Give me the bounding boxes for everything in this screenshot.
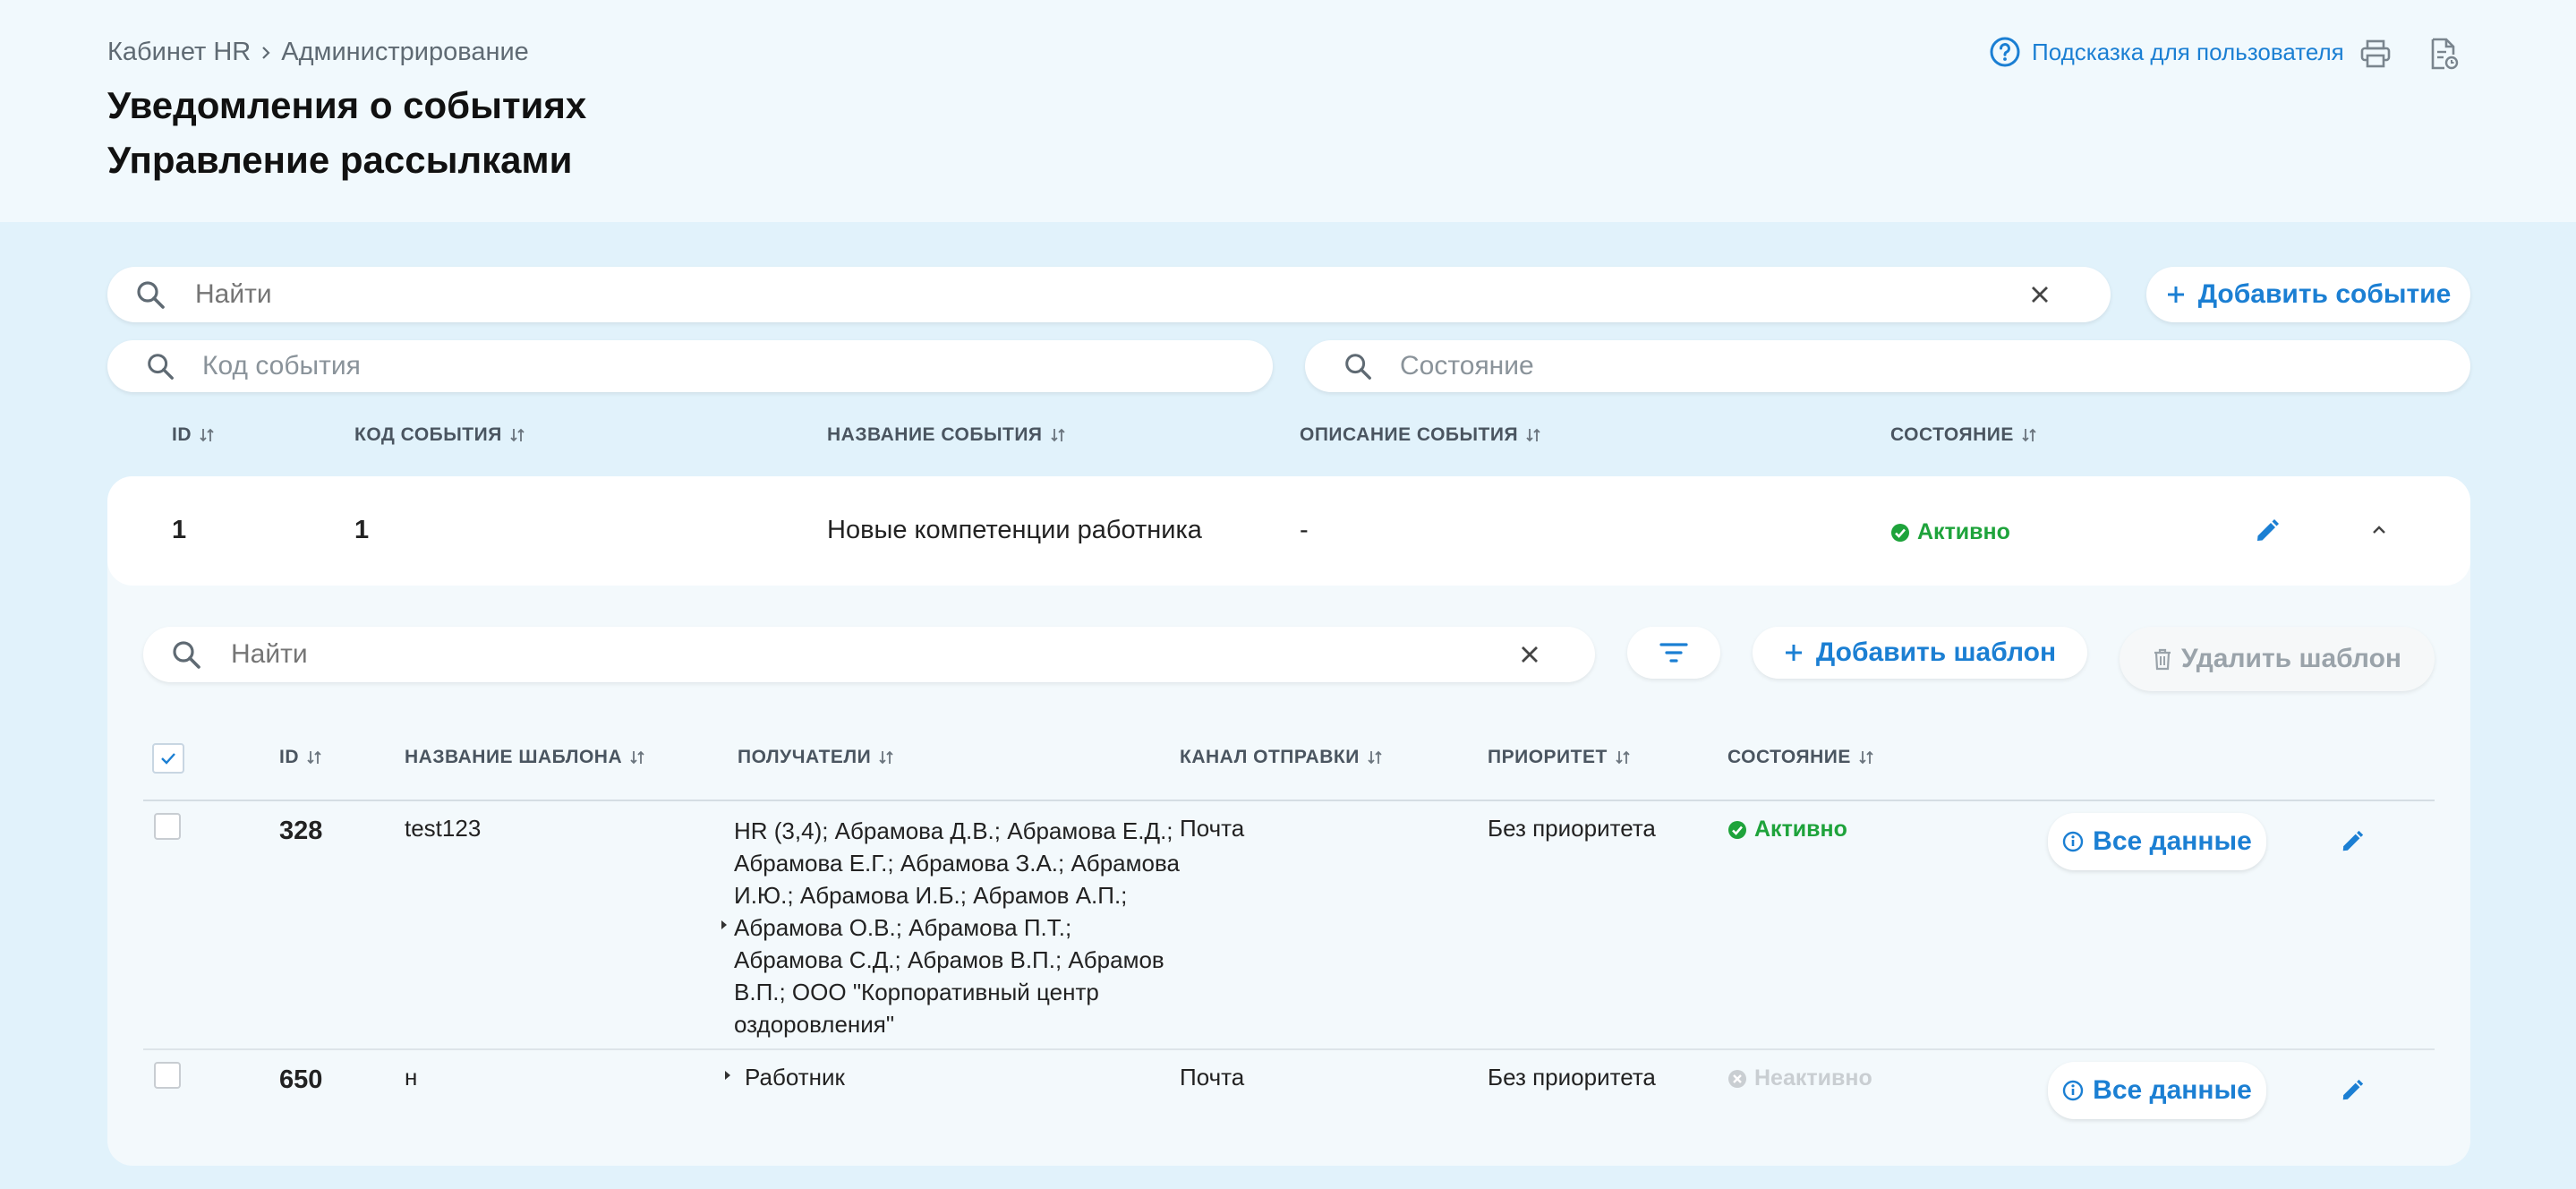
page-subtitle: Управление рассылками — [107, 139, 573, 181]
template-status-badge: Неактивно — [1727, 1065, 1872, 1091]
x-circle-icon — [1728, 1069, 1746, 1088]
check-circle-icon — [1728, 820, 1746, 839]
sort-icon — [510, 428, 525, 442]
print-icon[interactable] — [2358, 36, 2393, 72]
trash-icon — [2154, 648, 2171, 671]
event-id: 1 — [172, 516, 187, 544]
search-icon — [1345, 354, 1371, 380]
template-column-name[interactable]: НАЗВАНИЕ ШАБЛОНА — [405, 747, 645, 768]
sort-icon — [307, 750, 321, 765]
template-name: н — [405, 1064, 418, 1091]
template-search-input[interactable] — [231, 639, 1520, 670]
event-status-badge: Активно — [1890, 519, 2010, 545]
all-data-button[interactable]: Все данные — [2048, 1062, 2266, 1119]
template-channel: Почта — [1180, 815, 1245, 842]
row-checkbox[interactable] — [154, 1062, 181, 1089]
edit-event-icon[interactable] — [2254, 518, 2281, 549]
template-recipients: Работник — [745, 1064, 845, 1091]
event-name: Новые компетенции работника — [827, 516, 1202, 544]
template-recipients: HR (3,4); Абрамова Д.В.; Абрамова Е.Д.; … — [734, 817, 1180, 1038]
search-icon — [148, 354, 174, 380]
column-header-event-name[interactable]: НАЗВАНИЕ СОБЫТИЯ — [827, 424, 1066, 446]
column-header-event-description[interactable]: ОПИСАНИЕ СОБЫТИЯ — [1300, 424, 1541, 446]
state-filter[interactable]: Состояние — [1305, 340, 2470, 392]
clear-icon[interactable] — [2030, 285, 2050, 304]
sort-icon — [1859, 750, 1873, 765]
filter-button[interactable] — [1627, 627, 1720, 679]
template-column-state[interactable]: СОСТОЯНИЕ — [1727, 747, 1874, 768]
clear-icon[interactable] — [1520, 645, 1540, 664]
template-column-id[interactable]: ID — [279, 747, 322, 768]
check-icon — [161, 753, 175, 765]
event-code-filter[interactable]: Код события — [107, 340, 1273, 392]
add-event-button[interactable]: Добавить событие — [2146, 267, 2470, 322]
template-priority: Без приоритета — [1488, 815, 1656, 842]
event-description: - — [1300, 516, 1309, 544]
template-column-recipients[interactable]: ПОЛУЧАТЕЛИ — [738, 747, 894, 768]
event-code-placeholder: Код события — [202, 351, 361, 381]
breadcrumb-current: Администрирование — [281, 38, 529, 66]
delete-template-button[interactable]: Удалить шаблон — [2120, 627, 2435, 691]
filter-icon — [1659, 643, 1688, 663]
search-icon — [173, 641, 200, 669]
template-column-priority[interactable]: ПРИОРИТЕТ — [1488, 747, 1631, 768]
template-search-field[interactable] — [143, 627, 1595, 682]
plus-icon — [1785, 645, 1802, 661]
export-document-icon[interactable] — [2426, 36, 2461, 72]
column-header-event-code[interactable]: КОД СОБЫТИЯ — [354, 424, 525, 446]
help-label: Подсказка для пользователя — [2032, 38, 2344, 65]
sort-icon — [1368, 750, 1382, 765]
event-row[interactable] — [107, 476, 2470, 586]
sort-icon — [879, 750, 893, 765]
breadcrumb: Кабинет HR Администрирование — [107, 38, 529, 67]
column-header-id[interactable]: ID — [172, 424, 215, 446]
search-icon — [137, 281, 165, 309]
event-code: 1 — [354, 516, 370, 544]
add-event-label: Добавить событие — [2197, 279, 2452, 309]
page-title: Уведомления о событиях — [107, 84, 587, 126]
event-search-field[interactable] — [107, 267, 2111, 322]
expand-arrow-icon[interactable] — [720, 919, 729, 936]
breadcrumb-home[interactable]: Кабинет HR — [107, 38, 251, 67]
all-data-button[interactable]: Все данные — [2048, 813, 2266, 870]
template-channel: Почта — [1180, 1064, 1245, 1091]
info-icon — [2062, 1080, 2084, 1101]
sort-icon — [200, 428, 214, 442]
edit-template-icon[interactable] — [2340, 829, 2365, 859]
template-priority: Без приоритета — [1488, 1064, 1656, 1091]
chevron-up-icon[interactable] — [2368, 519, 2390, 545]
chevron-right-icon — [262, 46, 270, 59]
template-status-badge: Активно — [1727, 817, 1847, 843]
help-link[interactable]: Подсказка для пользователя — [1989, 36, 2344, 68]
template-id: 328 — [279, 817, 323, 845]
expand-arrow-icon[interactable] — [723, 1069, 732, 1086]
sort-icon — [1616, 750, 1630, 765]
sort-icon — [630, 750, 644, 765]
plus-icon — [2167, 287, 2184, 303]
template-column-channel[interactable]: КАНАЛ ОТПРАВКИ — [1180, 747, 1383, 768]
sort-icon — [1526, 428, 1540, 442]
info-icon — [2062, 831, 2084, 852]
event-search-input[interactable] — [195, 279, 2030, 310]
check-circle-icon — [1891, 523, 1909, 542]
row-checkbox[interactable] — [154, 813, 181, 840]
template-name: test123 — [405, 815, 482, 842]
sort-icon — [2022, 428, 2036, 442]
state-placeholder: Состояние — [1400, 351, 1534, 381]
select-all-checkbox[interactable] — [152, 743, 184, 774]
template-id: 650 — [279, 1065, 323, 1094]
sort-icon — [1050, 428, 1065, 442]
column-header-state[interactable]: СОСТОЯНИЕ — [1890, 424, 2037, 446]
add-template-button[interactable]: Добавить шаблон — [1753, 627, 2087, 679]
question-circle-icon — [1990, 37, 2020, 67]
edit-template-icon[interactable] — [2340, 1078, 2365, 1108]
